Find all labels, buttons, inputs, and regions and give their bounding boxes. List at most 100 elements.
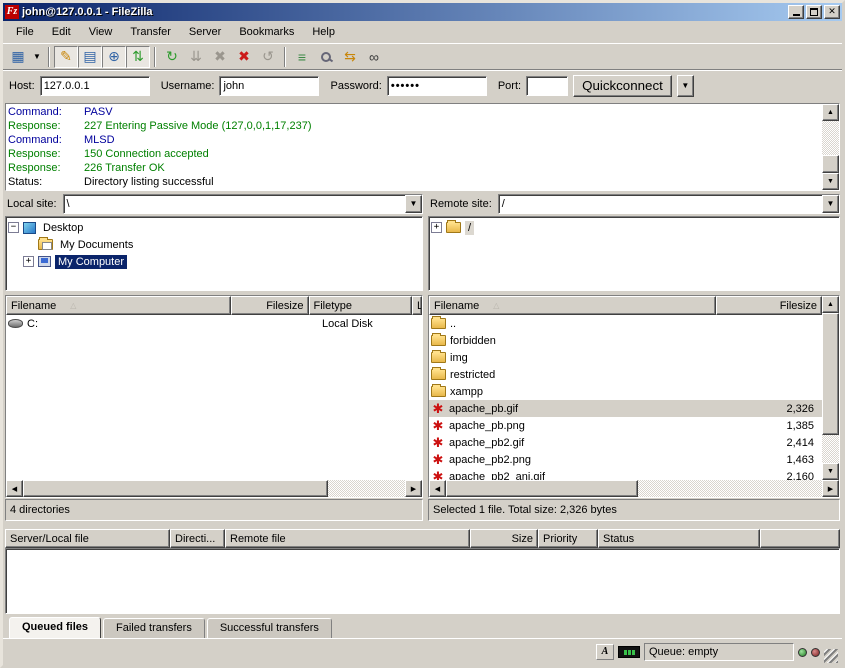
tab-successful-transfers[interactable]: Successful transfers <box>207 618 332 638</box>
toggle-message-log-button[interactable]: ✎ <box>54 46 78 68</box>
column-header-filename[interactable]: Filename△ <box>429 296 716 315</box>
local-list-body: C: Local Disk <box>6 315 422 480</box>
scroll-left-button[interactable]: ◀ <box>6 480 23 497</box>
column-header-direction[interactable]: Directi... <box>170 529 225 548</box>
reconnect-button[interactable]: ↺ <box>256 46 280 68</box>
close-button[interactable]: ✕ <box>824 5 840 19</box>
transfer-queue: Server/Local file Directi... Remote file… <box>5 529 840 638</box>
synchronized-browsing-button[interactable]: ⇆ <box>338 46 362 68</box>
port-input[interactable] <box>526 76 568 96</box>
image-file-icon: ✱ <box>431 436 445 449</box>
column-header-remote-file[interactable]: Remote file <box>225 529 470 548</box>
column-header-status[interactable]: Status <box>598 529 760 548</box>
scrollbar-thumb[interactable] <box>23 480 328 497</box>
toggle-local-tree-button[interactable]: ▤ <box>78 46 102 68</box>
close-icon: ✕ <box>828 7 836 17</box>
refresh-button[interactable]: ↻ <box>160 46 184 68</box>
toggle-remote-tree-button[interactable]: ⊕ <box>102 46 126 68</box>
site-manager-button[interactable]: ▦ <box>6 46 30 68</box>
menu-transfer[interactable]: Transfer <box>121 23 180 41</box>
scrollbar-thumb[interactable] <box>822 313 839 435</box>
tree-item-desktop[interactable]: − Desktop <box>8 219 420 236</box>
maximize-icon <box>810 8 818 16</box>
tab-failed-transfers[interactable]: Failed transfers <box>103 618 205 638</box>
scroll-up-button[interactable]: ▲ <box>822 104 839 121</box>
image-file-icon: ✱ <box>431 402 445 415</box>
remote-file-row[interactable]: ✱apache_pb2.gif2,414 <box>429 434 822 451</box>
remote-file-row[interactable]: restricted <box>429 366 822 383</box>
menu-edit[interactable]: Edit <box>43 23 80 41</box>
remote-file-row[interactable]: ✱apache_pb2_ani.gif2,160 <box>429 468 822 480</box>
remote-site-dropdown-button[interactable]: ▼ <box>822 195 839 213</box>
expand-icon[interactable]: + <box>23 256 34 267</box>
local-site-dropdown-button[interactable]: ▼ <box>405 195 422 213</box>
toolbar-separator <box>154 47 156 67</box>
remote-file-row[interactable]: ✱apache_pb2.png1,463 <box>429 451 822 468</box>
username-input[interactable] <box>219 76 319 96</box>
toggle-queue-button[interactable]: ⇅ <box>126 46 150 68</box>
collapse-icon[interactable]: − <box>8 222 19 233</box>
resize-grip[interactable] <box>824 649 838 663</box>
tree-item-root[interactable]: + / <box>431 219 837 236</box>
directory-filters-button[interactable]: ≡ <box>290 46 314 68</box>
folder-icon <box>431 335 446 346</box>
toolbar-separator <box>284 47 286 67</box>
quickconnect-button[interactable]: Quickconnect <box>573 75 672 97</box>
remote-file-row[interactable]: ✱apache_pb.png1,385 <box>429 417 822 434</box>
scroll-right-button[interactable]: ▶ <box>822 480 839 497</box>
find-files-button[interactable]: ∞ <box>362 46 386 68</box>
scrollbar-thumb[interactable] <box>446 480 638 497</box>
log-vertical-scrollbar[interactable]: ▲ ▼ <box>822 104 839 190</box>
disconnect-button[interactable]: ✖ <box>232 46 256 68</box>
remote-file-row[interactable]: img <box>429 349 822 366</box>
image-file-icon: ✱ <box>431 453 445 466</box>
column-header-lastmodified[interactable]: L <box>412 296 422 315</box>
scroll-down-button[interactable]: ▼ <box>822 173 839 190</box>
remote-file-row[interactable]: .. <box>429 315 822 332</box>
menu-view[interactable]: View <box>80 23 122 41</box>
site-manager-dropdown-button[interactable]: ▼ <box>30 46 44 68</box>
local-site-combo[interactable]: \ ▼ <box>63 194 423 214</box>
password-input[interactable] <box>387 76 487 96</box>
tree-item-my-computer[interactable]: + My Computer <box>8 253 420 270</box>
expand-icon[interactable]: + <box>431 222 442 233</box>
process-queue-button[interactable]: ⇊ <box>184 46 208 68</box>
maximize-button[interactable] <box>806 5 822 19</box>
column-header-priority[interactable]: Priority <box>538 529 598 548</box>
local-file-row[interactable]: C: Local Disk <box>6 315 422 332</box>
remote-file-row[interactable]: forbidden <box>429 332 822 349</box>
quickconnect-dropdown-button[interactable]: ▼ <box>677 75 694 97</box>
queue-body <box>5 548 840 614</box>
directory-comparison-button[interactable] <box>314 46 338 68</box>
scroll-right-button[interactable]: ▶ <box>405 480 422 497</box>
tree-item-my-documents[interactable]: My Documents <box>8 236 420 253</box>
menu-help[interactable]: Help <box>303 23 344 41</box>
sort-ascending-icon: △ <box>493 301 499 310</box>
column-header-filename[interactable]: Filename△ <box>6 296 231 315</box>
minimize-button[interactable] <box>788 5 804 19</box>
log-line: Response:227 Entering Passive Mode (127,… <box>8 119 820 133</box>
menu-server[interactable]: Server <box>180 23 230 41</box>
tab-queued-files[interactable]: Queued files <box>9 617 101 638</box>
column-header-filesize[interactable]: Filesize <box>716 296 822 315</box>
scrollbar-thumb[interactable] <box>822 155 839 173</box>
scroll-up-button[interactable]: ▲ <box>822 296 839 313</box>
local-horizontal-scrollbar[interactable]: ◀ ▶ <box>6 480 422 497</box>
menu-bookmarks[interactable]: Bookmarks <box>230 23 303 41</box>
column-header-size[interactable]: Size <box>470 529 538 548</box>
remote-status-bar: Selected 1 file. Total size: 2,326 bytes <box>428 499 840 521</box>
column-header-server-local-file[interactable]: Server/Local file <box>5 529 170 548</box>
remote-site-combo[interactable]: / ▼ <box>498 194 840 214</box>
remote-vertical-scrollbar[interactable]: ▲ ▼ <box>822 296 839 480</box>
remote-file-row[interactable]: xampp <box>429 383 822 400</box>
remote-file-row-selected[interactable]: ✱apache_pb.gif2,326 <box>429 400 822 417</box>
host-input[interactable] <box>40 76 150 96</box>
menu-file[interactable]: File <box>7 23 43 41</box>
column-header-filesize[interactable]: Filesize <box>231 296 309 315</box>
remote-horizontal-scrollbar[interactable]: ◀ ▶ <box>429 480 839 497</box>
scroll-down-button[interactable]: ▼ <box>822 463 839 480</box>
log-line: Response:226 Transfer OK <box>8 161 820 175</box>
scroll-left-button[interactable]: ◀ <box>429 480 446 497</box>
cancel-operation-button[interactable]: ✖ <box>208 46 232 68</box>
column-header-filetype[interactable]: Filetype <box>309 296 413 315</box>
